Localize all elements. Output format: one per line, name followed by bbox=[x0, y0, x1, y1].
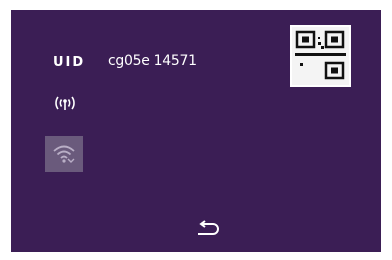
uid-value: cg05e 14571 bbox=[108, 53, 197, 69]
back-arrow-icon bbox=[198, 220, 219, 235]
wifi-icon bbox=[53, 145, 75, 163]
qr-code-button[interactable] bbox=[290, 25, 351, 87]
wifi-button[interactable] bbox=[45, 136, 83, 172]
device-screen: UID cg05e 14571 bbox=[11, 10, 381, 252]
qr-code-icon bbox=[295, 30, 346, 80]
antenna-signal-icon bbox=[53, 95, 77, 111]
uid-label: UID bbox=[53, 55, 86, 70]
back-button[interactable] bbox=[194, 220, 220, 240]
